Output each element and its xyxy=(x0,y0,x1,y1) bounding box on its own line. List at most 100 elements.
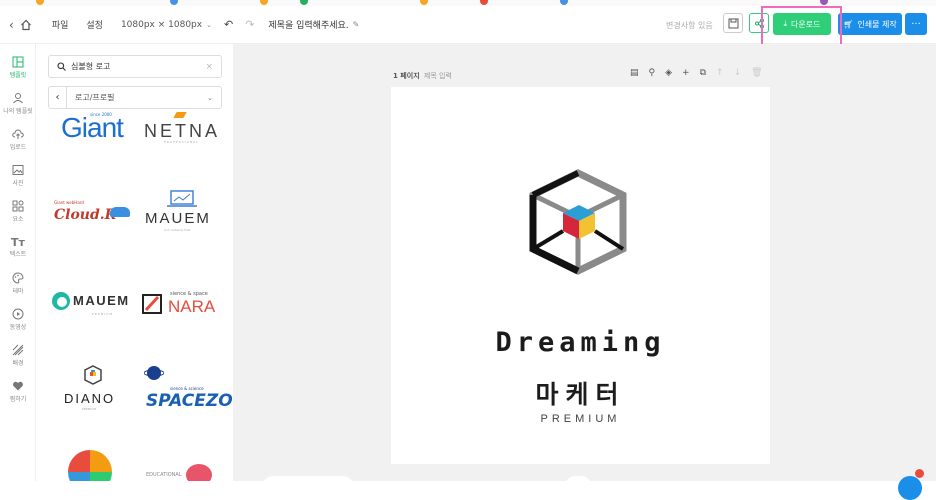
background-icon xyxy=(12,344,24,356)
template-caption: since 2000 xyxy=(90,112,112,117)
undo-icon[interactable]: ↶ xyxy=(224,18,233,31)
template-name: MAUEM xyxy=(73,293,130,308)
template-caption: Giant webHard xyxy=(54,200,84,205)
template-caption: PROFESSIONAL xyxy=(164,140,199,144)
template-tile[interactable]: Giant since 2000 xyxy=(50,110,134,146)
rocket-box-icon xyxy=(142,294,162,314)
nav-label: 나의 템플릿 xyxy=(3,108,33,115)
nav-theme[interactable]: 테마 xyxy=(0,272,36,295)
move-down-icon[interactable]: ↓ xyxy=(734,68,742,78)
template-caption: PREMIUM xyxy=(82,407,97,411)
brain-icon xyxy=(186,464,212,481)
template-name: SPACEZO xyxy=(146,391,233,411)
add-page-icon[interactable]: + xyxy=(682,68,690,78)
template-panel: 심볼형 로고 × ‹ 로고/프로필 ⌄ Giant since 2000 NET… xyxy=(36,44,233,481)
nav-favorites[interactable]: 찜하기 xyxy=(0,380,36,403)
search-icon xyxy=(57,62,66,71)
template-name: DIANO xyxy=(64,391,116,406)
template-tile[interactable]: sience & science SPACEZO xyxy=(140,362,233,414)
print-label: 인쇄물 제작 xyxy=(857,19,897,29)
template-tile[interactable]: NETNA PROFESSIONAL xyxy=(142,110,222,146)
print-order-button[interactable]: 🛒︎ 인쇄물 제작 xyxy=(838,13,902,35)
template-tile[interactable]: MAUEM PREMIUM xyxy=(48,284,134,324)
nav-label: 테마 xyxy=(12,288,24,295)
template-tile[interactable]: EDUCATIONAL xyxy=(140,458,224,481)
nav-label: 동영상 xyxy=(9,324,27,331)
chat-icon[interactable] xyxy=(898,476,922,500)
back-chevron-icon[interactable]: ‹ xyxy=(9,18,14,32)
notification-badge xyxy=(915,469,924,478)
download-highlight-box xyxy=(761,6,842,48)
nav-label: 배경 xyxy=(12,360,24,367)
template-tile[interactable]: sience & space NARA xyxy=(140,284,224,324)
chevron-down-icon[interactable]: ⌄ xyxy=(206,21,212,29)
nav-label: 사진 xyxy=(12,180,24,187)
template-tile[interactable] xyxy=(66,448,116,481)
search-value: 심볼형 로고 xyxy=(71,62,111,71)
zoom-pill[interactable] xyxy=(263,476,353,486)
cart-icon: 🛒︎ xyxy=(843,19,854,29)
template-icon xyxy=(12,56,24,68)
save-icon[interactable] xyxy=(723,13,743,33)
cloud-upload-icon xyxy=(12,129,24,139)
move-up-icon[interactable]: ↑ xyxy=(716,68,724,78)
left-navigation: 템플릿 나의 템플릿 업로드 사진 요소 Tт 텍스트 테마 동영상 배경 찜하… xyxy=(0,44,36,481)
pencil-icon[interactable]: ✎ xyxy=(353,20,360,29)
nav-label: 업로드 xyxy=(9,144,27,151)
search-replace-icon[interactable]: ⚲ xyxy=(649,68,656,78)
nav-elements[interactable]: 요소 xyxy=(0,200,36,223)
category-dropdown[interactable]: ‹ 로고/프로필 ⌄ xyxy=(48,86,222,109)
logo-korean: 마케터 xyxy=(535,380,626,409)
nav-label: 찜하기 xyxy=(9,396,27,403)
page-label: 1 페이지 xyxy=(393,72,420,80)
title-input[interactable]: 제목을 입력해주세요. xyxy=(268,18,348,31)
palette-icon xyxy=(12,272,24,284)
fill-icon[interactable]: ◈ xyxy=(665,68,672,78)
page-header: 1 페이지 제목 입력 xyxy=(393,71,452,81)
cube-logo-icon xyxy=(529,169,627,275)
clear-icon[interactable]: × xyxy=(205,62,213,72)
template-name: NETNA xyxy=(143,120,220,141)
cube-logo-icon xyxy=(84,365,102,385)
duplicate-icon[interactable]: ⧉ xyxy=(700,68,706,78)
page-tools: ▤ ⚲ ◈ + ⧉ ↑ ↓ 🗑︎ xyxy=(630,68,763,78)
canvas-size-dropdown[interactable]: 1080px × 1080px xyxy=(121,20,202,30)
search-input[interactable]: 심볼형 로고 × xyxy=(48,55,222,78)
laptop-icon xyxy=(167,190,197,207)
nav-photo[interactable]: 사진 xyxy=(0,164,36,187)
save-status: 변경사항 있음 xyxy=(666,21,713,30)
chevron-down-icon: ⌄ xyxy=(207,93,213,102)
plane-icon xyxy=(110,207,130,217)
nav-text[interactable]: Tт 텍스트 xyxy=(0,236,36,258)
scroll-indicator[interactable] xyxy=(565,476,591,486)
settings-menu[interactable]: 설정 xyxy=(86,18,103,31)
template-tile[interactable]: MAUEM is it certainly that xyxy=(142,190,222,234)
user-icon xyxy=(13,93,23,104)
photo-icon xyxy=(12,165,24,175)
nav-upload[interactable]: 업로드 xyxy=(0,128,36,151)
category-back-button[interactable]: ‹ xyxy=(49,87,67,108)
swirl-logo-icon xyxy=(52,292,70,310)
page-title-input[interactable]: 제목 입력 xyxy=(424,72,452,80)
redo-icon[interactable]: ↷ xyxy=(245,18,254,31)
template-tile[interactable]: Giant webHard Cloud.R xyxy=(50,190,134,234)
design-page[interactable]: Dreaming 마케터 PREMIUM xyxy=(391,87,770,464)
template-name: NARA xyxy=(168,297,216,316)
memo-icon[interactable]: ▤ xyxy=(630,68,639,78)
nav-video[interactable]: 동영상 xyxy=(0,308,36,331)
nav-background[interactable]: 배경 xyxy=(0,344,36,367)
nav-label: 요소 xyxy=(12,216,24,223)
video-icon xyxy=(12,308,24,320)
nav-template[interactable]: 템플릿 xyxy=(0,56,36,79)
template-name: MAUEM xyxy=(145,210,211,227)
more-button[interactable]: ··· xyxy=(905,13,927,35)
canvas-area: 1 페이지 제목 입력 ▤ ⚲ ◈ + ⧉ ↑ ↓ 🗑︎ Dreaming 마케… xyxy=(233,44,936,500)
template-tile[interactable]: DIANO PREMIUM xyxy=(58,364,128,414)
home-icon[interactable] xyxy=(20,19,32,31)
template-caption: is it certainly that xyxy=(164,228,191,232)
file-menu[interactable]: 파일 xyxy=(52,18,69,31)
orange-mark-icon xyxy=(173,112,187,118)
template-name: Cloud.R xyxy=(54,207,117,223)
nav-my-template[interactable]: 나의 템플릿 xyxy=(0,92,36,115)
trash-icon[interactable]: 🗑︎ xyxy=(751,68,762,78)
